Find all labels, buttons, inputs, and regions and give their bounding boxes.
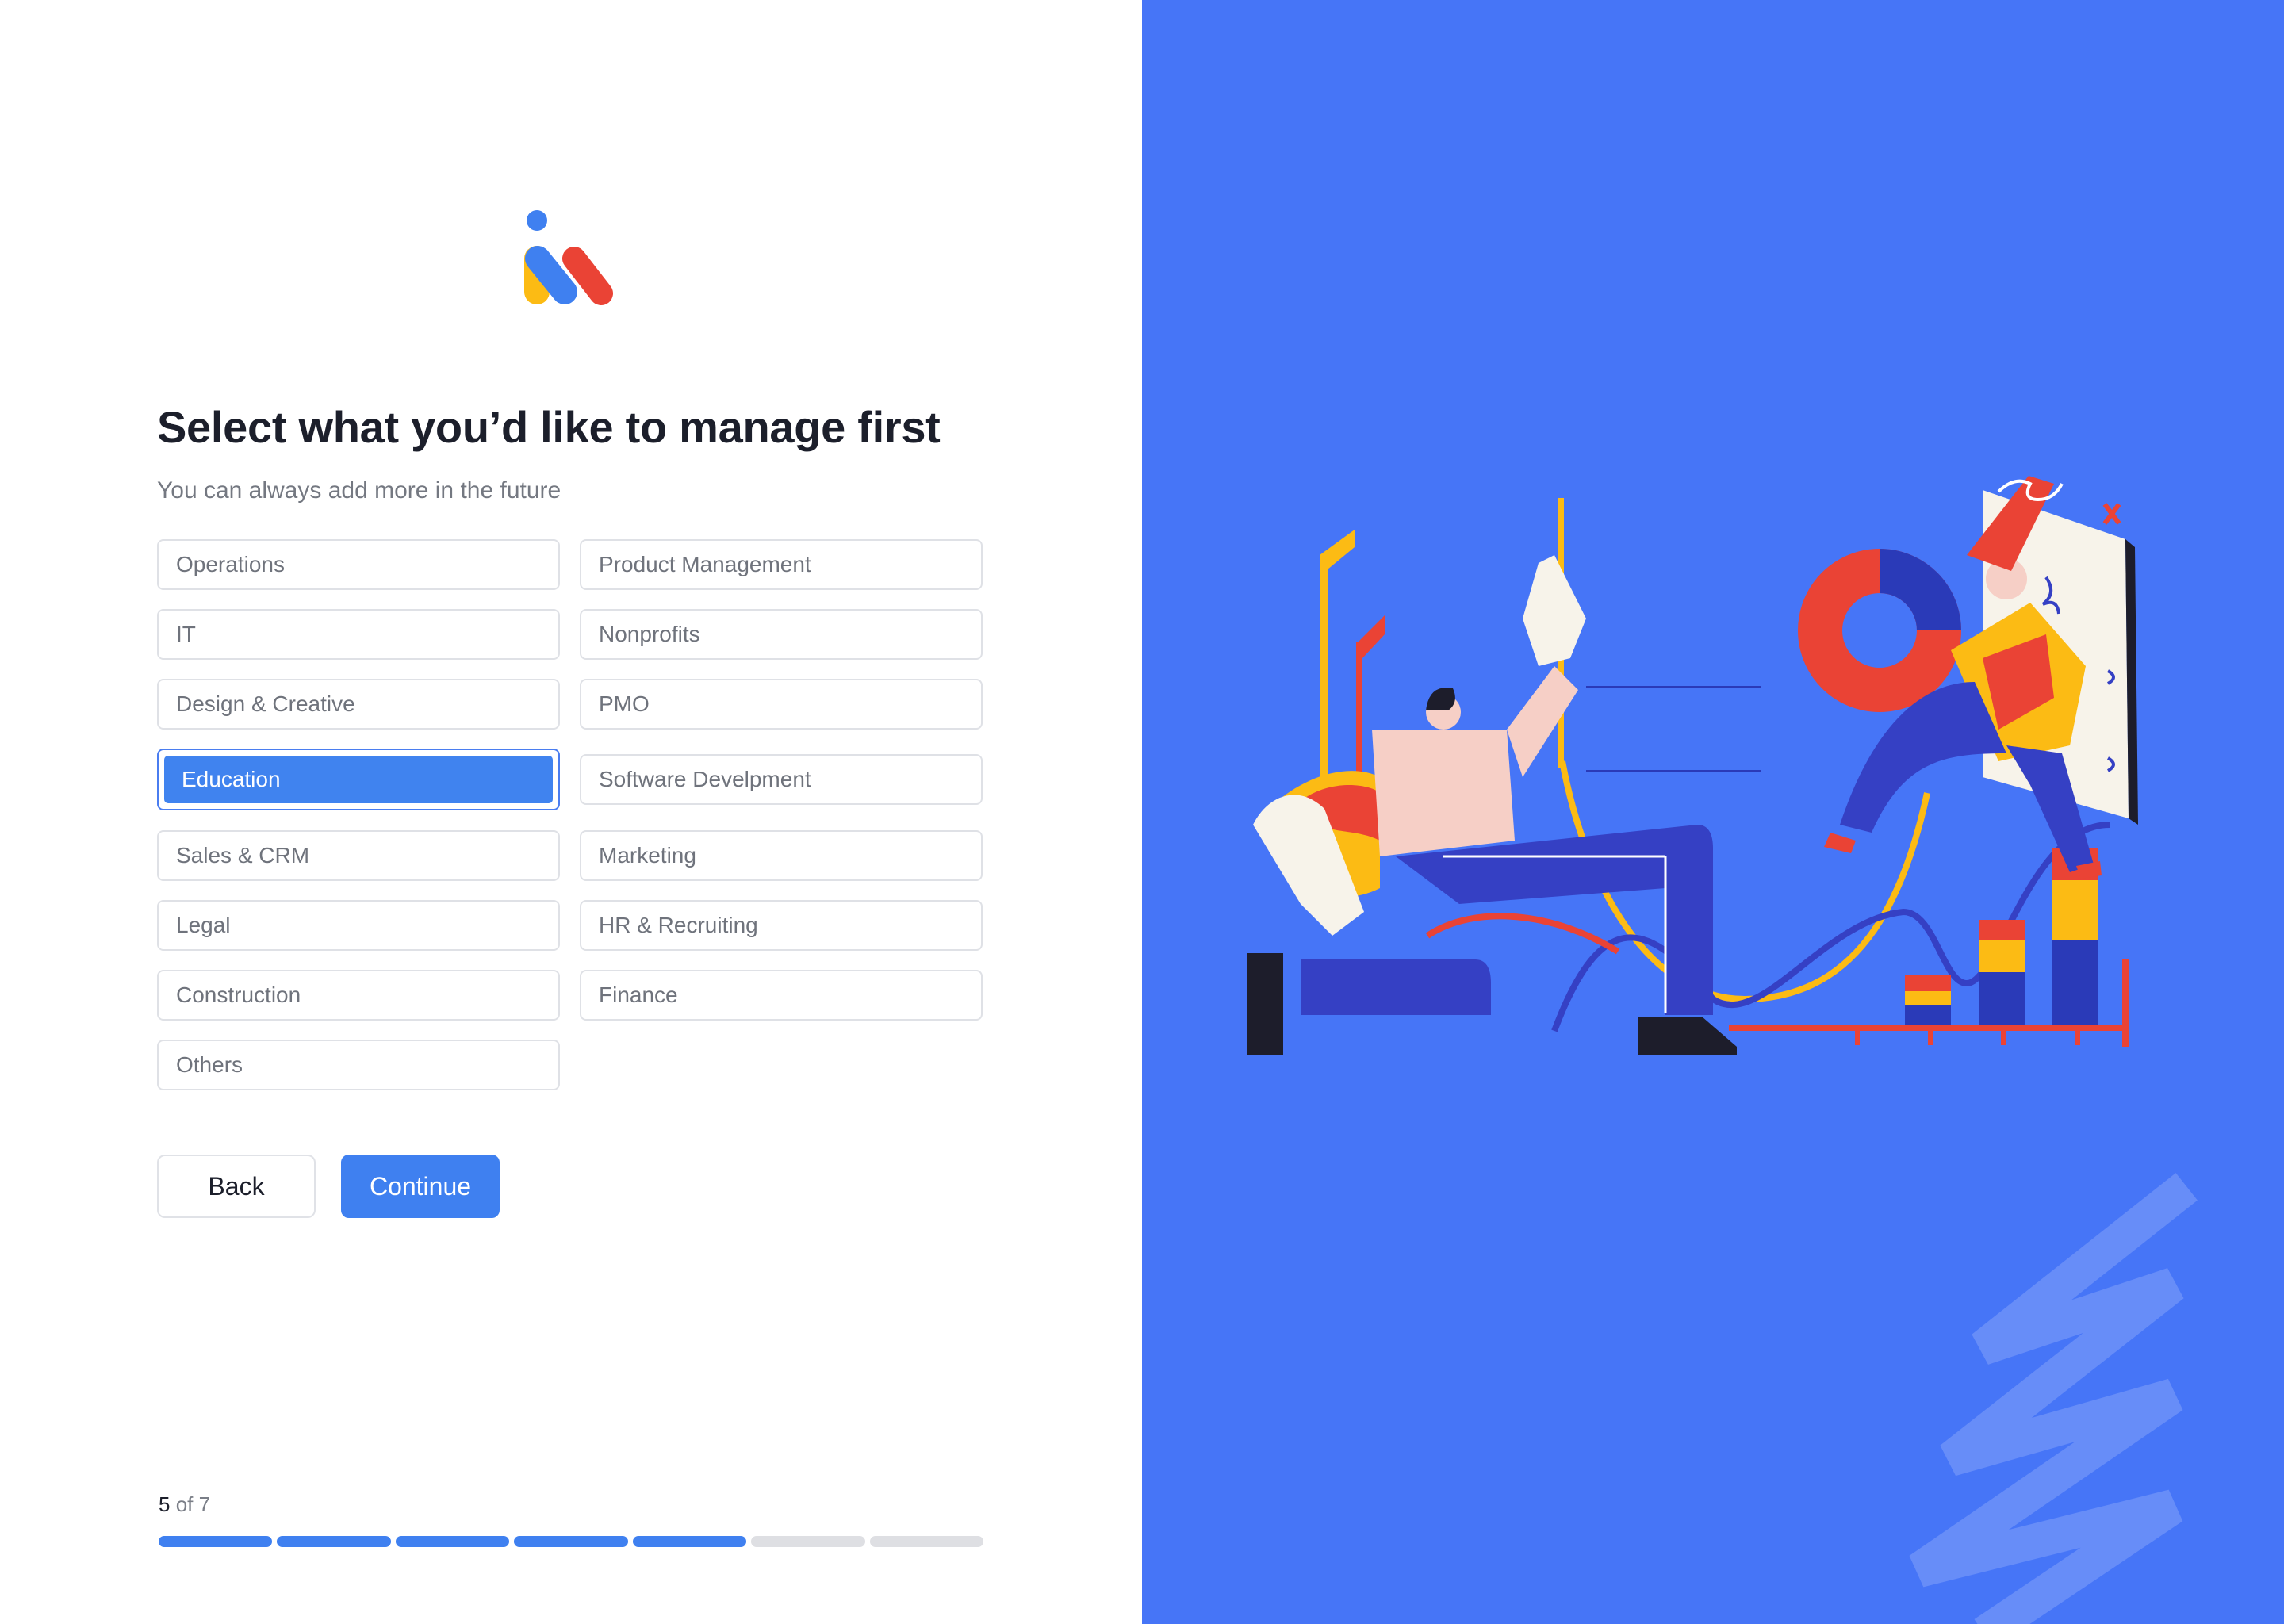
option-construction[interactable]: Construction (157, 970, 560, 1021)
progress-segment (632, 1536, 747, 1547)
option-hr-recruiting[interactable]: HR & Recruiting (580, 900, 983, 951)
option-design-creative[interactable]: Design & Creative (157, 679, 560, 730)
back-button[interactable]: Back (157, 1155, 316, 1218)
progress-segment (277, 1536, 391, 1547)
option-product-management[interactable]: Product Management (580, 539, 983, 590)
option-marketing[interactable]: Marketing (580, 830, 983, 881)
donut-chart (1798, 549, 1961, 712)
option-finance[interactable]: Finance (580, 970, 983, 1021)
option-nonprofits[interactable]: Nonprofits (580, 609, 983, 660)
progress-segment (159, 1536, 273, 1547)
option-it[interactable]: IT (157, 609, 560, 660)
continue-button[interactable]: Continue (341, 1155, 500, 1218)
option-legal[interactable]: Legal (157, 900, 560, 951)
step-current: 5 (159, 1492, 171, 1516)
step-counter: 5 of 7 (159, 1492, 210, 1517)
option-education-label: Education (164, 756, 553, 803)
option-others[interactable]: Others (157, 1040, 560, 1090)
bar-chart (1729, 848, 2129, 1047)
illustration-panel (1142, 0, 2284, 1624)
option-operations[interactable]: Operations (157, 539, 560, 590)
progress-segment (869, 1536, 983, 1547)
option-sales-crm[interactable]: Sales & CRM (157, 830, 560, 881)
progress-bar (159, 1536, 983, 1547)
option-software-development[interactable]: Software Develpment (580, 754, 983, 805)
page-subtitle: You can always add more in the future (157, 477, 561, 504)
watermark-scribble (1909, 1173, 2198, 1624)
app-logo (524, 210, 613, 305)
option-education[interactable]: Education (157, 749, 560, 810)
progress-segment (751, 1536, 865, 1547)
progress-segment (395, 1536, 510, 1547)
option-pmo[interactable]: PMO (580, 679, 983, 730)
form-panel: Select what you’d like to manage first Y… (0, 0, 1142, 1624)
team-illustration (1247, 476, 2198, 1624)
step-total: of 7 (175, 1492, 211, 1516)
page-title: Select what you’d like to manage first (157, 402, 941, 452)
progress-segment (514, 1536, 628, 1547)
